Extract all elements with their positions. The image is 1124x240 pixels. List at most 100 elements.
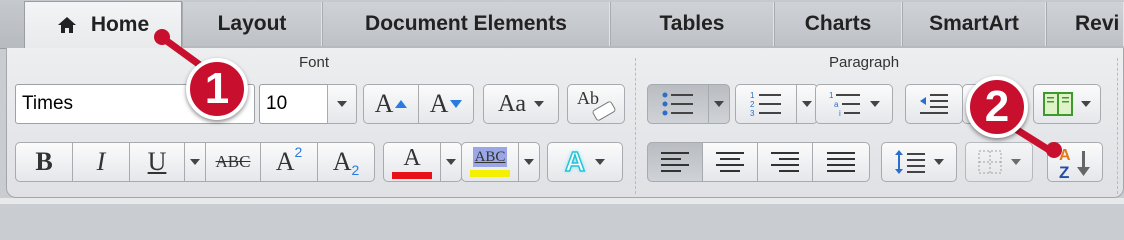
tab-charts[interactable]: Charts	[774, 2, 902, 46]
tab-smartart[interactable]: SmartArt	[902, 2, 1046, 46]
align-left-button[interactable]	[647, 142, 703, 182]
decrease-indent-button[interactable]	[905, 84, 963, 124]
grow-font-button[interactable]: A	[363, 84, 419, 124]
font-size-dropdown[interactable]	[327, 84, 357, 124]
columns-icon	[1043, 92, 1073, 116]
bullet-list-icon	[662, 92, 693, 116]
chevron-down-icon	[714, 101, 724, 107]
callout-pointer-dot	[154, 29, 170, 45]
chevron-down-icon	[533, 101, 544, 107]
grow-font-glyph: A	[374, 89, 394, 118]
font-color-swatch	[392, 171, 432, 179]
tab-review[interactable]: Revi	[1046, 2, 1124, 46]
chevron-down-icon	[802, 101, 812, 107]
numbering-button[interactable]: 1 2 3	[735, 84, 797, 124]
decrease-indent-icon	[920, 94, 948, 114]
callout-pointer-dot	[1046, 142, 1062, 158]
strikethrough-button[interactable]: ABC	[205, 142, 261, 182]
font-size-value: 10	[266, 93, 288, 114]
chevron-down-icon	[934, 159, 944, 165]
change-case-glyph: Aa	[498, 90, 526, 117]
tab-document-elements[interactable]: Document Elements	[322, 2, 610, 46]
clear-formatting-button[interactable]: Ab	[567, 84, 625, 124]
svg-text:3: 3	[750, 109, 755, 118]
group-separator	[1117, 58, 1118, 194]
subscript-button[interactable]: A 2	[317, 142, 375, 182]
borders-icon	[978, 150, 1002, 174]
clear-formatting-glyph: Ab	[577, 87, 599, 108]
document-edge	[0, 198, 1124, 204]
superscript-glyph: A	[275, 147, 295, 176]
tab-layout[interactable]: Layout	[182, 2, 322, 46]
font-color-button[interactable]: A	[383, 142, 441, 182]
bullets-button[interactable]	[647, 84, 709, 124]
align-left-icon	[661, 152, 689, 172]
italic-glyph: I	[96, 147, 106, 176]
svg-text:1: 1	[829, 91, 834, 100]
text-effects-glyph: A	[564, 145, 586, 178]
chevron-down-icon	[446, 159, 456, 165]
numbered-list-icon: 1 2 3	[750, 91, 781, 118]
align-center-button[interactable]	[702, 142, 758, 182]
bold-glyph: B	[35, 147, 53, 176]
tab-label: SmartArt	[929, 12, 1019, 35]
bold-button[interactable]: B	[15, 142, 73, 182]
chevron-down-icon	[190, 159, 200, 165]
svg-text:2: 2	[750, 100, 755, 109]
underline-dropdown[interactable]	[184, 142, 206, 182]
align-right-icon	[771, 152, 799, 172]
font-color-dropdown[interactable]	[440, 142, 462, 182]
subscript-glyph: A	[332, 147, 352, 176]
callout-badge-1: 1	[186, 58, 248, 120]
chevron-down-icon	[524, 159, 534, 165]
highlight-glyph: ABC	[472, 147, 508, 167]
line-spacing-button[interactable]	[881, 142, 957, 182]
home-icon	[57, 16, 77, 34]
bullets-dropdown[interactable]	[708, 84, 730, 124]
svg-text:1: 1	[750, 91, 755, 100]
justify-icon	[827, 152, 855, 172]
superscript-mark: 2	[294, 144, 303, 160]
svg-text:a: a	[834, 100, 839, 109]
paragraph-group-label: Paragraph	[829, 54, 900, 71]
group-separator	[635, 58, 636, 194]
ribbon-panel: Font Times 10 A A Aa Ab B I U ABC A 2 A …	[6, 48, 1124, 198]
chevron-down-icon	[870, 101, 880, 107]
tab-label: Home	[90, 13, 150, 36]
highlight-swatch	[470, 170, 510, 177]
columns-button[interactable]	[1033, 84, 1101, 124]
underline-button[interactable]: U	[129, 142, 185, 182]
italic-button[interactable]: I	[72, 142, 130, 182]
tab-tables[interactable]: Tables	[610, 2, 774, 46]
shrink-font-button[interactable]: A	[418, 84, 474, 124]
font-group-label: Font	[299, 54, 330, 71]
chevron-down-icon	[1011, 159, 1021, 165]
change-case-button[interactable]: Aa	[483, 84, 559, 124]
shrink-font-glyph: A	[429, 89, 449, 118]
multilevel-list-icon: 1 a i	[829, 91, 860, 118]
strikethrough-glyph: ABC	[215, 152, 251, 171]
triangle-down-icon	[450, 100, 463, 108]
font-color-glyph: A	[403, 144, 421, 171]
borders-button[interactable]	[965, 142, 1033, 182]
multilevel-list-button[interactable]: 1 a i	[815, 84, 893, 124]
tab-label: Charts	[804, 12, 872, 35]
callout-number: 1	[204, 64, 230, 113]
highlight-dropdown[interactable]	[518, 142, 540, 182]
callout-badge-2: 2	[966, 76, 1028, 138]
chevron-down-icon	[1081, 101, 1091, 107]
text-effects-button[interactable]: A	[547, 142, 623, 182]
font-size-field[interactable]: 10	[259, 84, 329, 124]
highlight-button[interactable]: ABC	[461, 142, 519, 182]
tab-label: Tables	[659, 12, 725, 35]
subscript-mark: 2	[351, 162, 360, 178]
svg-text:i: i	[839, 109, 841, 118]
tab-label: Document Elements	[365, 12, 567, 35]
callout-number: 2	[984, 82, 1010, 131]
justify-button[interactable]	[812, 142, 870, 182]
svg-text:Z: Z	[1059, 163, 1069, 179]
superscript-button[interactable]: A 2	[260, 142, 318, 182]
triangle-up-icon	[395, 100, 408, 108]
align-right-button[interactable]	[757, 142, 813, 182]
underline-glyph: U	[147, 147, 167, 176]
